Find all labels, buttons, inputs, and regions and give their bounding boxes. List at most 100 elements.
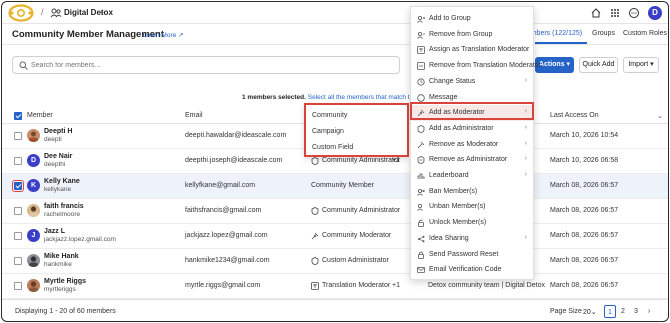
menu-item-remove-as-administrator[interactable]: Remove as Administrator › [411,152,533,168]
menu-item-label: Remove as Moderator [429,140,499,148]
chevron-down-icon[interactable]: ⌄ [99,8,105,16]
menu-item-remove-from-translation-moderator[interactable]: Remove from Translation Moderator [411,58,541,74]
select-all-checkbox[interactable] [14,112,22,120]
chevron-right-icon: › [524,139,527,147]
workspace-name[interactable]: Digital Detox [64,8,113,17]
avatar: K [27,179,40,192]
menu-item-email-verification-code[interactable]: Email Verification Code [411,262,533,278]
table-row[interactable]: J Jazz L jackjazz.lopez.gmail.com jackja… [2,224,668,249]
menu-item-change-status[interactable]: Change Status › [411,74,533,90]
column-email[interactable]: Email [185,112,203,119]
member-name[interactable]: Jazz L [44,228,65,235]
workspace-icon [50,8,62,18]
next-page-button[interactable]: › [643,305,655,318]
row-checkbox[interactable] [12,180,24,192]
avatar [27,204,40,217]
unlock-icon [418,219,424,227]
column-last-access[interactable]: Last Access On [550,112,599,119]
translate-icon [311,282,319,290]
menu-item-assign-as-translation-moderator[interactable]: Assign as Translation Moderator [411,42,533,58]
avatar: J [27,229,40,242]
menu-item-add-as-administrator[interactable]: Add as Administrator › [411,121,533,137]
menu-item-ban-member-s[interactable]: Ban Member(s) [411,184,533,200]
member-role: Community Administrator [322,207,401,214]
member-email: deepthi.joseph@ideascale.com [185,157,283,164]
home-icon[interactable] [590,7,602,19]
row-checkbox[interactable] [14,232,22,240]
tab-groups[interactable]: Groups [592,30,615,37]
menu-item-label: Send Password Reset [429,250,499,258]
translate-icon [417,46,425,55]
menu-item-remove-from-group[interactable]: Remove from Group [411,27,533,43]
grid-icon[interactable] [609,7,621,19]
leaderboard-icon [417,173,425,179]
chevron-right-icon: › [524,76,527,84]
menu-item-unban-member-s[interactable]: Unban Member(s) [411,199,533,215]
menu-item-label: Remove from Translation Moderator [429,62,542,70]
menu-item-highlight [410,102,534,120]
moderator-icon [311,232,319,240]
row-checkbox[interactable] [14,132,22,140]
member-username: hankmike [44,261,72,268]
menu-item-unlock-member-s[interactable]: Unlock Member(s) [411,215,533,231]
member-name[interactable]: Mike Hank [44,253,79,260]
unban-icon [417,204,423,212]
avatar [27,129,40,142]
page-1[interactable]: 1 [604,305,616,318]
search-input[interactable] [31,59,391,71]
menu-item-leaderboard[interactable]: Leaderboard › [411,168,533,184]
menu-item-add-to-group[interactable]: Add to Group [411,11,533,27]
column-member[interactable]: Member [27,112,53,119]
admin-icon [311,157,319,165]
member-name[interactable]: Deepti H [44,128,72,135]
table-row[interactable]: K Kelly Kane kellykane kellyfkane@gmail.… [2,174,668,199]
tab-custom-roles[interactable]: Custom Roles [623,30,667,37]
member-name[interactable]: Myrtle Riggs [44,278,86,285]
avatar: D [27,154,40,167]
chevron-right-icon: › [524,233,527,241]
member-email: faithsfrancis@gmail.com [185,207,262,214]
row-checkbox[interactable] [14,157,22,165]
page-size-label: Page Size [550,308,582,315]
member-name[interactable]: Dee Nair [44,153,72,160]
menu-item-remove-as-moderator[interactable]: Remove as Moderator › [411,137,533,153]
page-2[interactable]: 2 [617,305,629,318]
menu-item-label: Message [429,93,458,101]
table-row[interactable]: faith francis rachelmoore faithsfrancis@… [2,199,668,224]
chat-icon[interactable] [628,7,640,19]
menu-item-send-password-reset[interactable]: Send Password Reset [411,247,533,263]
page-size-select[interactable]: 20⌄ [583,308,597,316]
member-name[interactable]: Kelly Kane [44,178,80,185]
message-icon [417,93,425,102]
last-access: March 08, 2026 06:57 [550,207,619,214]
user-avatar[interactable]: D [648,6,662,20]
quick-add-button[interactable]: Quick Add [579,57,618,73]
member-role: Community Member [311,182,375,189]
member-role: Custom Administrator [322,257,389,264]
select-all-link[interactable]: Select all the members that match this [308,94,418,101]
submenu-highlight [304,103,409,157]
table-row[interactable]: Myrtle Riggs myrtleriggs myrtle.riggs@gm… [2,274,668,299]
member-email: hankmike1234@gmail.com [185,257,270,264]
row-checkbox[interactable] [14,282,22,290]
page-3[interactable]: 3 [630,305,642,318]
chevron-down-icon[interactable]: ⌄ [657,112,663,120]
role-count[interactable]: +1 [392,282,400,289]
role-count[interactable]: +1 [392,157,400,164]
member-username: deepti [44,136,62,143]
group-remove-icon [417,31,425,39]
logo-icon[interactable] [8,4,34,22]
row-checkbox[interactable] [14,257,22,265]
row-checkbox[interactable] [14,207,22,215]
breadcrumb-separator: / [41,7,44,17]
menu-item-idea-sharing[interactable]: Idea Sharing › [411,231,533,247]
member-name[interactable]: faith francis [44,203,84,210]
password-icon [418,251,424,259]
divider [2,299,668,300]
status-icon [417,78,425,86]
ban-icon [417,188,425,196]
member-team: Detox community team | Digital Detox [428,282,545,289]
search-box[interactable] [12,56,400,74]
import-button[interactable]: Import ▾ [623,57,659,73]
table-row[interactable]: Mike Hank hankmike hankmike1234@gmail.co… [2,249,668,274]
